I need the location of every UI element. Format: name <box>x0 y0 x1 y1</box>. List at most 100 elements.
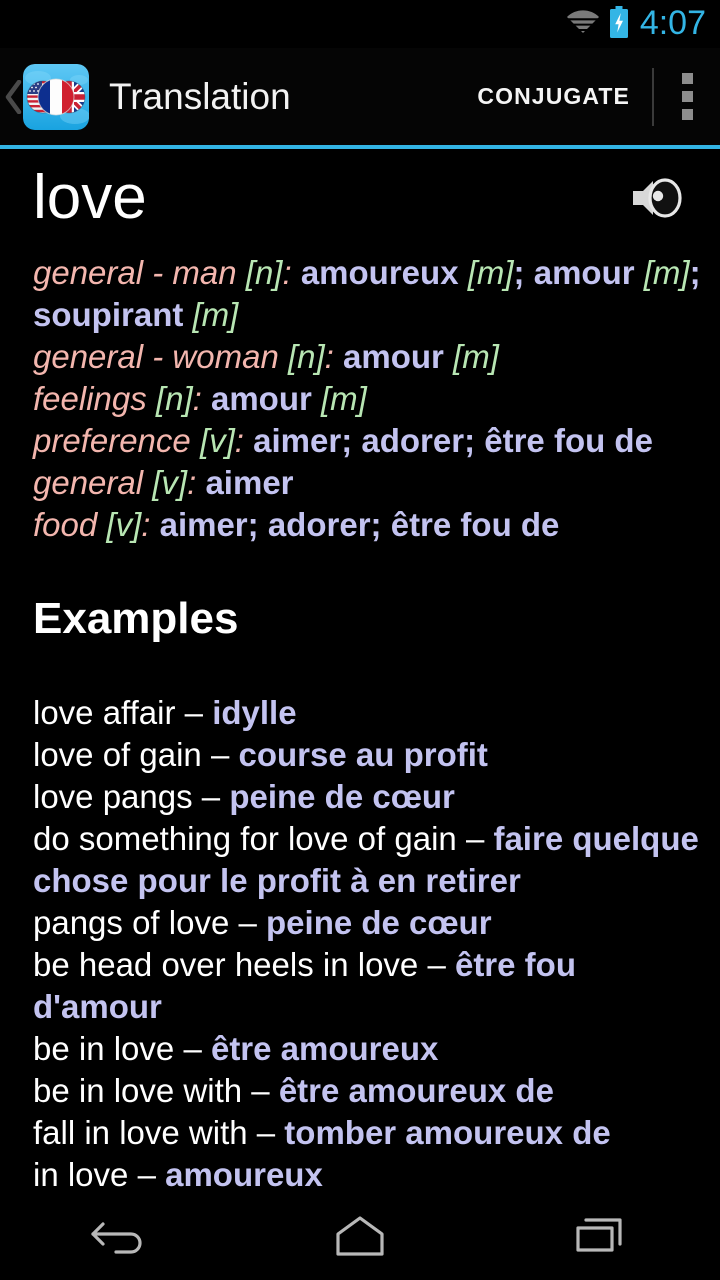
example-line: be in love with – être amoureux de <box>16 1070 704 1112</box>
sense-category: general <box>33 464 153 502</box>
example-source: love pangs <box>33 778 202 816</box>
sense-colon: : <box>141 506 160 544</box>
sense-translation: adorer <box>361 422 465 460</box>
sense-translation: aimer <box>159 506 248 544</box>
example-translation: idylle <box>212 694 297 732</box>
battery-charging-icon <box>609 5 629 43</box>
action-bar: Translation CONJUGATE <box>0 48 720 145</box>
example-source: do something for love of gain <box>33 820 466 858</box>
sense-gender: [m] <box>467 254 514 292</box>
example-translation: amoureux <box>165 1156 323 1190</box>
example-translation: peine de cœur <box>229 778 455 816</box>
example-dash: – <box>183 1030 211 1068</box>
overflow-menu-icon[interactable] <box>654 48 720 145</box>
sense-translation: aimer <box>205 464 294 502</box>
example-source: in love <box>33 1156 138 1190</box>
sense-line: general - man [n]: amoureux [m]; amour [… <box>16 252 704 336</box>
sense-separator: ; <box>464 422 485 460</box>
sense-gender: [m] <box>321 380 367 418</box>
sense-category: feelings <box>33 380 156 418</box>
sense-colon: : <box>234 422 254 460</box>
sense-translation: soupirant <box>33 296 193 334</box>
recents-icon[interactable] <box>525 1190 675 1280</box>
sense-gender: [m] <box>453 338 499 376</box>
sense-colon: : <box>324 338 344 376</box>
example-translation: être amoureux <box>210 1030 439 1068</box>
sense-colon: : <box>192 380 211 418</box>
example-source: be head over heels in love <box>33 946 428 984</box>
conjugate-button[interactable]: CONJUGATE <box>455 83 652 110</box>
status-bar-icons <box>565 5 629 43</box>
example-dash: – <box>201 778 230 816</box>
sense-translation: amour <box>533 254 644 292</box>
example-dash: – <box>251 1072 279 1110</box>
translation-content: love general - man [n]: amoureux [m]; am… <box>0 149 720 1190</box>
sense-translation: aimer <box>253 422 342 460</box>
sense-translation: amour <box>343 338 454 376</box>
example-translation: peine de cœur <box>266 904 492 942</box>
page-title: Translation <box>109 75 291 117</box>
example-translation: être amoureux de <box>278 1072 554 1110</box>
sense-translation: amoureux <box>300 254 468 292</box>
sense-separator: ; <box>689 254 701 292</box>
sense-colon: : <box>187 464 206 502</box>
sense-colon: : <box>282 254 301 292</box>
sense-translation: amour <box>210 380 321 418</box>
overflow-dot <box>681 73 693 84</box>
example-line: love pangs – peine de cœur <box>16 776 704 818</box>
example-source: love of gain <box>33 736 211 774</box>
example-source: be in love with <box>33 1072 252 1110</box>
sense-part-of-speech: [n] <box>287 338 325 376</box>
sense-separator: ; <box>247 506 268 544</box>
sense-translation: être fou de <box>484 422 653 460</box>
sense-gender: [m] <box>192 296 239 334</box>
system-navigation-bar <box>0 1190 720 1280</box>
sense-part-of-speech: [n] <box>155 380 193 418</box>
sense-translation: être fou de <box>390 506 560 544</box>
example-dash: – <box>256 1114 285 1152</box>
example-line: pangs of love – peine de cœur <box>16 902 704 944</box>
example-source: pangs of love <box>33 904 239 942</box>
example-line: love of gain – course au profit <box>16 734 704 776</box>
sense-gender: [m] <box>643 254 690 292</box>
sense-separator: ; <box>341 422 362 460</box>
sense-category: general - man <box>33 254 246 292</box>
up-chevron-icon[interactable] <box>3 79 25 114</box>
example-dash: – <box>238 904 267 942</box>
flags-app-icon[interactable] <box>23 63 89 130</box>
senses-list: general - man [n]: amoureux [m]; amour [… <box>16 252 704 546</box>
example-dash: – <box>427 946 455 984</box>
headword-row: love <box>16 149 704 230</box>
sense-category: preference <box>33 422 200 460</box>
example-translation: tomber amoureux de <box>284 1114 611 1152</box>
example-source: fall in love with <box>33 1114 257 1152</box>
home-icon[interactable] <box>285 1190 435 1280</box>
back-icon[interactable] <box>45 1190 195 1280</box>
examples-heading: Examples <box>33 594 239 644</box>
example-translation: course au profit <box>238 736 488 774</box>
overflow-dot <box>681 91 693 102</box>
wifi-icon <box>565 9 600 40</box>
status-bar: 4:07 <box>0 0 720 48</box>
example-source: love affair <box>33 694 185 732</box>
sense-line: general [v]: aimer <box>16 462 704 504</box>
headword: love <box>33 163 147 232</box>
speaker-icon[interactable] <box>626 166 690 230</box>
example-dash: – <box>137 1156 166 1190</box>
sense-line: food [v]: aimer; adorer; être fou de <box>16 504 704 546</box>
example-line: be in love – être amoureux <box>16 1028 704 1070</box>
sense-separator: ; <box>513 254 534 292</box>
status-bar-clock: 4:07 <box>639 4 706 42</box>
example-dash: – <box>465 820 494 858</box>
sense-part-of-speech: [v] <box>106 506 142 544</box>
sense-part-of-speech: [v] <box>199 422 235 460</box>
sense-category: general - woman <box>33 338 288 376</box>
example-line: love affair – idylle <box>16 692 704 734</box>
overflow-dot <box>681 109 693 120</box>
example-line: do something for love of gain – faire qu… <box>16 818 704 902</box>
sense-part-of-speech: [v] <box>152 464 188 502</box>
sense-category: food <box>33 506 107 544</box>
sense-line: feelings [n]: amour [m] <box>16 378 704 420</box>
example-line: be head over heels in love – être fou d'… <box>16 944 704 1028</box>
example-dash: – <box>210 736 239 774</box>
